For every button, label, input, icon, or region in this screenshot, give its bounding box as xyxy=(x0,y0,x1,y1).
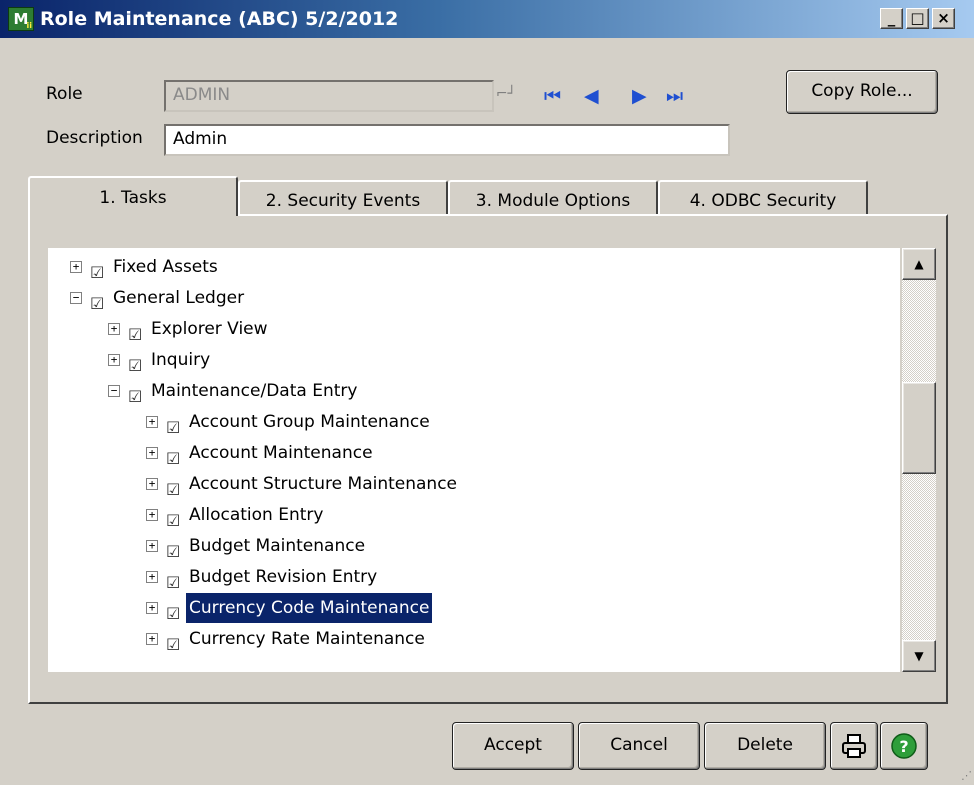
printer-icon xyxy=(842,734,866,758)
tab-security-events[interactable]: 2. Security Events xyxy=(238,180,448,216)
close-button[interactable]: × xyxy=(932,8,955,29)
description-label: Description xyxy=(46,128,143,148)
next-record-icon[interactable]: ▶ xyxy=(632,86,647,106)
checkbox-checked-icon[interactable]: ☑ xyxy=(166,475,180,505)
title-bar[interactable]: Mii Role Maintenance (ABC) 5/2/2012 _ □ … xyxy=(0,0,974,38)
window-title: Role Maintenance (ABC) 5/2/2012 xyxy=(40,8,399,30)
expand-plus-icon[interactable]: + xyxy=(146,478,158,490)
expand-plus-icon[interactable]: + xyxy=(146,447,158,459)
checkbox-checked-icon[interactable]: ☑ xyxy=(90,289,104,319)
scroll-down-icon[interactable]: ▼ xyxy=(902,640,936,672)
collapse-minus-icon[interactable]: − xyxy=(70,292,82,304)
tab-tasks[interactable]: 1. Tasks xyxy=(28,176,238,216)
expand-plus-icon[interactable]: + xyxy=(70,261,82,273)
expand-plus-icon[interactable]: + xyxy=(108,323,120,335)
tab-module-options[interactable]: 3. Module Options xyxy=(448,180,658,216)
tree-item-label: Account Structure Maintenance xyxy=(189,474,458,494)
help-button[interactable]: ? xyxy=(880,722,928,770)
checkbox-checked-icon[interactable]: ☑ xyxy=(166,537,180,567)
role-label: Role xyxy=(46,84,83,104)
tree-item-label: Currency Rate Maintenance xyxy=(189,629,425,649)
tree-item-label: General Ledger xyxy=(113,288,245,308)
role-field[interactable]: ADMIN xyxy=(164,80,494,112)
print-button[interactable] xyxy=(830,722,878,770)
checkbox-checked-icon[interactable]: ☑ xyxy=(166,444,180,474)
checkbox-checked-icon[interactable]: ☑ xyxy=(166,413,180,443)
help-icon: ? xyxy=(891,733,917,759)
lookup-icon[interactable]: ⌐┘ xyxy=(494,80,518,108)
resize-grip-icon[interactable]: ⋰ xyxy=(958,769,972,783)
svg-text:?: ? xyxy=(899,737,908,756)
tree-scrollbar[interactable]: ▲ ▼ xyxy=(902,248,936,672)
checkbox-checked-icon[interactable]: ☑ xyxy=(166,630,180,660)
tree-item-label: Budget Maintenance xyxy=(189,536,366,556)
expand-plus-icon[interactable]: + xyxy=(108,354,120,366)
checkbox-checked-icon[interactable]: ☑ xyxy=(128,320,142,350)
scroll-up-icon[interactable]: ▲ xyxy=(902,248,936,280)
collapse-minus-icon[interactable]: − xyxy=(108,385,120,397)
first-record-icon[interactable]: ⏮ xyxy=(544,86,561,106)
tree-item-label: Account Maintenance xyxy=(189,443,373,463)
task-tree[interactable]: + ☑ Fixed Assets − ☑ General Ledger + ☑ … xyxy=(48,248,900,672)
checkbox-checked-icon[interactable]: ☑ xyxy=(166,506,180,536)
copy-role-button[interactable]: Copy Role... xyxy=(786,70,938,114)
expand-plus-icon[interactable]: + xyxy=(146,571,158,583)
accept-button[interactable]: Accept xyxy=(452,722,574,770)
previous-record-icon[interactable]: ◀ xyxy=(584,86,599,106)
expand-plus-icon[interactable]: + xyxy=(146,602,158,614)
tab-odbc-security[interactable]: 4. ODBC Security xyxy=(658,180,868,216)
checkbox-checked-icon[interactable]: ☑ xyxy=(90,258,104,288)
last-record-icon[interactable]: ⏭ xyxy=(666,86,683,106)
description-field[interactable]: Admin xyxy=(164,124,730,156)
tree-item-label: Fixed Assets xyxy=(113,257,218,277)
tree-item-label: Inquiry xyxy=(151,350,211,370)
tree-item-label: Explorer View xyxy=(151,319,268,339)
expand-plus-icon[interactable]: + xyxy=(146,416,158,428)
cancel-button[interactable]: Cancel xyxy=(578,722,700,770)
tree-item-label: Allocation Entry xyxy=(189,505,324,525)
delete-button[interactable]: Delete xyxy=(704,722,826,770)
scroll-thumb[interactable] xyxy=(902,382,936,474)
maximize-button[interactable]: □ xyxy=(906,8,929,29)
checkbox-checked-icon[interactable]: ☑ xyxy=(166,599,180,629)
app-icon: Mii xyxy=(8,7,34,31)
checkbox-checked-icon[interactable]: ☑ xyxy=(166,568,180,598)
checkbox-checked-icon[interactable]: ☑ xyxy=(128,382,142,412)
minimize-button[interactable]: _ xyxy=(880,8,903,29)
expand-plus-icon[interactable]: + xyxy=(146,509,158,521)
checkbox-checked-icon[interactable]: ☑ xyxy=(128,351,142,381)
expand-plus-icon[interactable]: + xyxy=(146,633,158,645)
role-maintenance-window: Mii Role Maintenance (ABC) 5/2/2012 _ □ … xyxy=(0,0,974,785)
tree-item-label: Account Group Maintenance xyxy=(189,412,430,432)
tree-item-label: Maintenance/Data Entry xyxy=(151,381,358,401)
tree-item-label: Currency Code Maintenance xyxy=(186,593,433,623)
expand-plus-icon[interactable]: + xyxy=(146,540,158,552)
tree-item-label: Budget Revision Entry xyxy=(189,567,378,587)
